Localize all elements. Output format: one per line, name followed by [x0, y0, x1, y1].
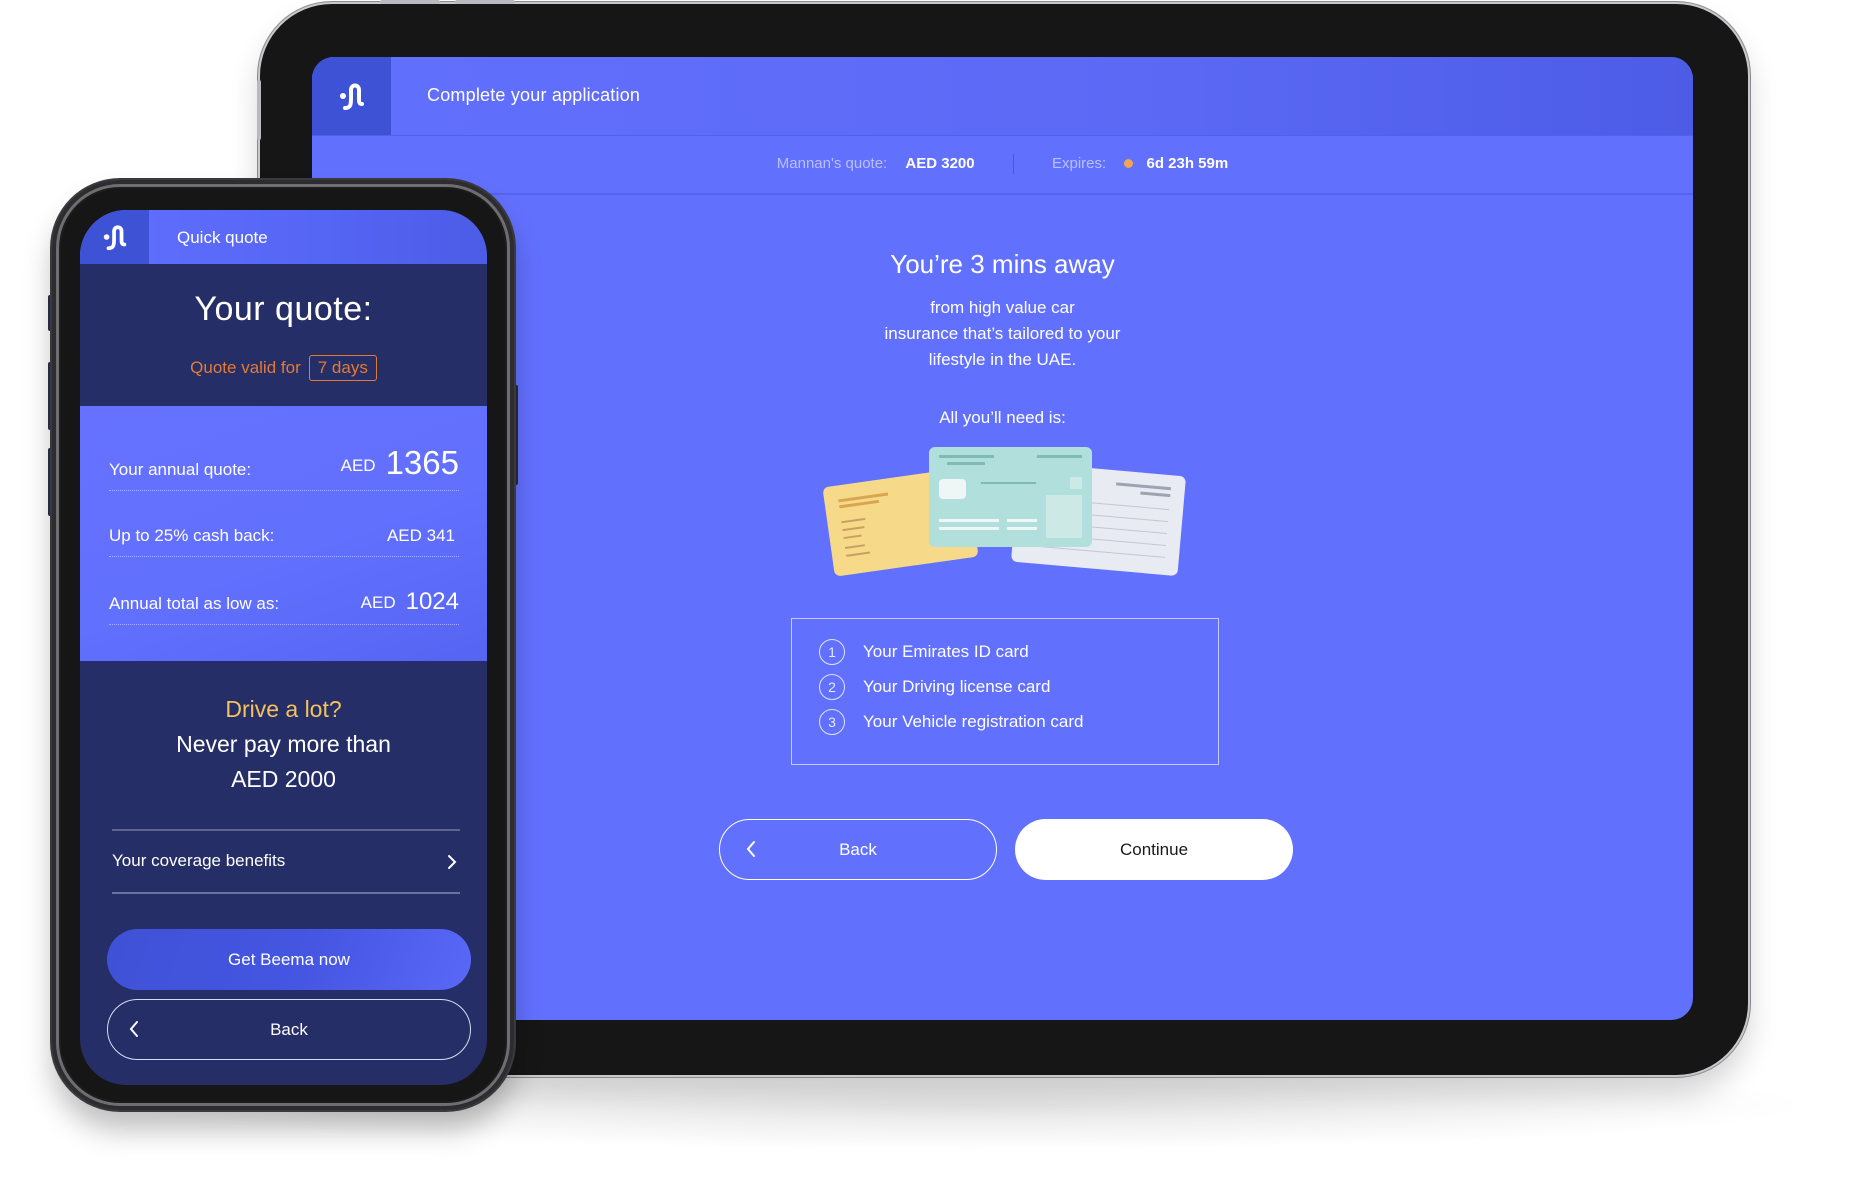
phone-back-button[interactable]: Back	[107, 999, 471, 1060]
requirement-item: 2 Your Driving license card	[819, 673, 1050, 701]
continue-button[interactable]: Continue	[1015, 819, 1293, 880]
description-line: insurance that’s tailored to your	[884, 324, 1121, 343]
requirement-item: 3 Your Vehicle registration card	[819, 708, 1084, 736]
tablet-top-button	[455, 0, 515, 4]
tablet-screen: Complete your application Mannan's quote…	[312, 57, 1693, 1020]
cashback-amount: AED 341	[386, 526, 455, 545]
divider	[112, 829, 460, 831]
quote-row-cashback: Up to 25% cash back: AED 341	[109, 490, 459, 557]
currency-label: AED	[340, 456, 376, 475]
promo-line: Never pay more than	[176, 731, 391, 757]
coverage-benefits-label: Your coverage benefits	[112, 851, 286, 870]
validity-label: Quote valid for	[190, 358, 301, 377]
requirement-label: Your Emirates ID card	[863, 642, 1029, 661]
get-beema-now-button[interactable]: Get Beema now	[107, 929, 471, 990]
chevron-left-icon	[129, 1021, 138, 1037]
tablet-logo-button[interactable]	[312, 57, 391, 135]
requirement-item: 1 Your Emirates ID card	[819, 638, 1029, 666]
validity-badge: 7 days	[308, 355, 377, 381]
info-divider	[1012, 154, 1014, 174]
row-value: AED 1365	[341, 444, 459, 482]
tablet-top-button	[380, 0, 440, 4]
back-button-label: Back	[270, 1019, 308, 1039]
coverage-benefits-link[interactable]: Your coverage benefits	[112, 851, 460, 871]
expires-countdown: 6d 23h 59m	[1146, 154, 1229, 172]
quote-row-total: Annual total as low as: AED 1024	[109, 556, 459, 625]
quote-info-bar: Mannan's quote: AED 3200 Expires: 6d 23h…	[312, 135, 1693, 195]
expiry-status-dot-icon	[1124, 159, 1134, 168]
quote-row-annual: Your annual quote: AED 1365	[109, 436, 459, 491]
requirement-label: Your Driving license card	[863, 677, 1051, 696]
tablet-header-title: Complete your application	[427, 85, 641, 105]
beema-logo-icon	[339, 83, 364, 110]
divider	[112, 892, 460, 894]
chevron-left-icon	[746, 841, 755, 857]
row-label: Your annual quote:	[109, 460, 252, 479]
currency-label: AED	[360, 593, 396, 612]
max-price-promo: Drive a lot? Never pay more than AED 200…	[80, 692, 487, 797]
chevron-right-icon	[448, 855, 457, 869]
phone-screen: Quick quote Your quote: Quote valid for 7…	[80, 210, 487, 1085]
quote-value: AED 3200	[905, 154, 975, 172]
annual-quote-amount: 1365	[385, 444, 459, 481]
emirates-id-card-image	[929, 447, 1092, 547]
requirement-label: Your Vehicle registration card	[863, 712, 1084, 731]
requirements-list: 1 Your Emirates ID card 2 Your Driving l…	[791, 618, 1219, 765]
promo-question: Drive a lot?	[225, 696, 342, 722]
quote-label: Mannan's quote:	[776, 154, 888, 172]
expires-label: Expires:	[1051, 154, 1107, 172]
page-heading: You’re 3 mins away	[890, 249, 1115, 279]
phone-logo-button[interactable]	[80, 210, 149, 264]
requirements-intro: All you’ll need is:	[939, 408, 1066, 427]
documents-illustration	[822, 447, 1188, 587]
step-number-badge: 1	[819, 639, 845, 665]
beema-logo-icon	[103, 225, 126, 251]
back-button-label: Back	[839, 839, 877, 859]
promo-line: AED 2000	[231, 766, 336, 792]
step-number-badge: 3	[819, 709, 845, 735]
description-line: lifestyle in the UAE.	[928, 350, 1077, 369]
get-beema-label: Get Beema now	[228, 949, 350, 969]
phone-header: Quick quote	[80, 210, 487, 264]
tablet-header: Complete your application	[312, 57, 1693, 136]
phone-header-title: Quick quote	[177, 228, 268, 247]
row-value: AED 1024	[361, 588, 459, 616]
quote-summary-box: Your annual quote: AED 1365 Up to 25% cas…	[80, 406, 487, 661]
quote-title: Your quote:	[194, 290, 373, 328]
continue-button-label: Continue	[1119, 839, 1189, 859]
step-number-badge: 2	[819, 674, 845, 700]
annual-total-amount: 1024	[405, 588, 459, 615]
description-line: from high value car	[930, 298, 1075, 317]
page-description: from high value car insurance that’s tai…	[312, 295, 1693, 373]
tablet-side-button	[257, 80, 261, 140]
tablet-back-button[interactable]: Back	[719, 819, 997, 880]
quote-validity: Quote valid for 7 days	[80, 355, 487, 381]
row-label: Up to 25% cash back:	[109, 526, 275, 545]
row-label: Annual total as low as:	[109, 594, 280, 613]
